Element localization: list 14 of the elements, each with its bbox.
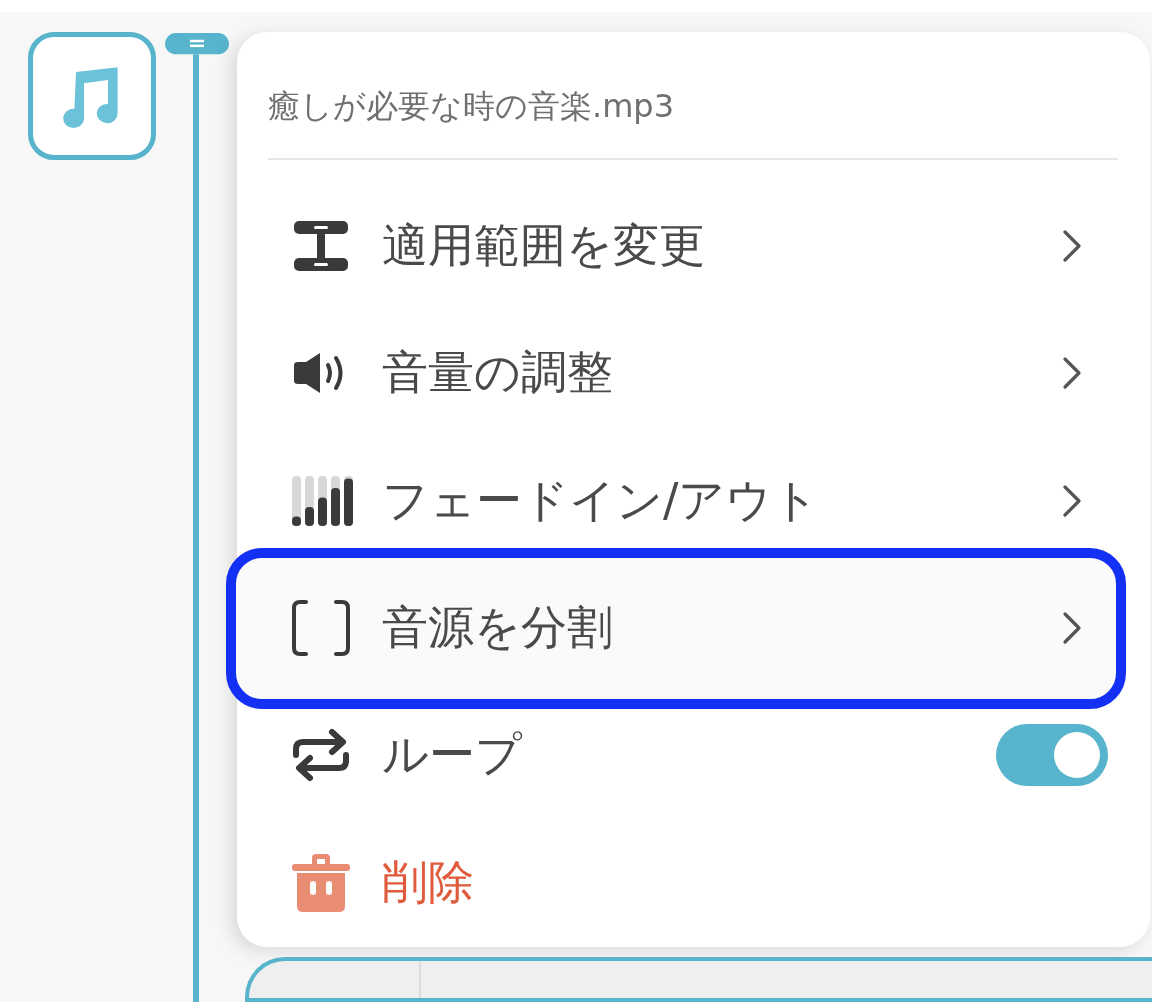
trash-icon: [290, 851, 352, 914]
delete-menu-item[interactable]: 削除: [246, 819, 1118, 947]
playhead[interactable]: [165, 33, 229, 1002]
brackets-icon: [290, 599, 352, 657]
music-file-icon[interactable]: [28, 32, 156, 160]
menu-item[interactable]: 音量の調整: [246, 309, 1118, 437]
chevron-icon: [1062, 483, 1082, 518]
menu-item[interactable]: 適用範囲を変更: [246, 182, 1118, 310]
file-name: 癒しが必要な時の音楽.mp3: [268, 86, 675, 127]
chevron-icon: [1062, 611, 1082, 645]
chevron-icon: [1062, 228, 1082, 263]
fade-bars-icon: [290, 473, 356, 528]
repeat-icon: [290, 727, 352, 784]
chevron-icon: [1062, 356, 1082, 391]
